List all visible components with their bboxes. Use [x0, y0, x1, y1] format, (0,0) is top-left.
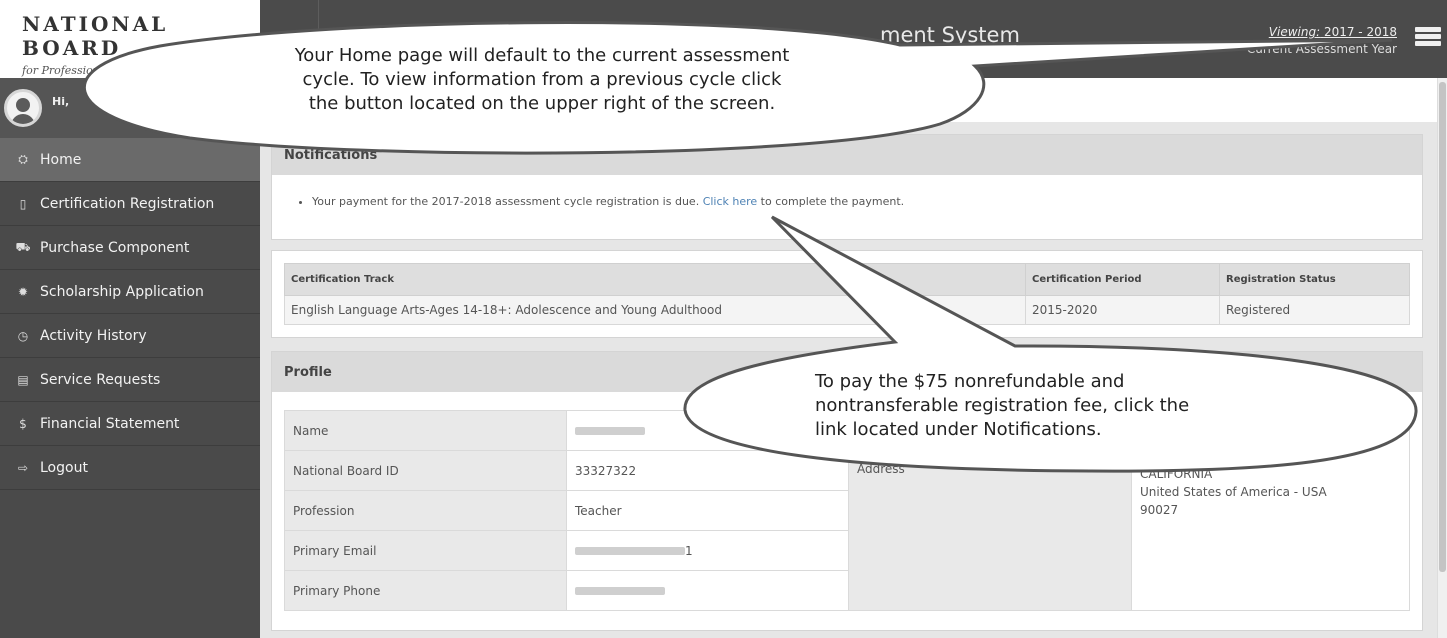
viewing-subtitle: Current Assessment Year — [1246, 42, 1397, 56]
viewing-label: Viewing: — [1268, 25, 1321, 39]
app-title: ment System — [880, 23, 1020, 47]
sidebar-item-activity-history[interactable]: ◷ Activity History — [0, 314, 260, 358]
sidebar-item-financial-statement[interactable]: $ Financial Statement — [0, 402, 260, 446]
sidebar-item-home[interactable]: ⛭ Home — [0, 138, 260, 182]
complete-payment-link[interactable]: Click here — [703, 195, 758, 208]
sidebar-item-service-requests[interactable]: ▤ Service Requests — [0, 358, 260, 402]
sidebar-item-certification-registration[interactable]: ▯ Certification Registration — [0, 182, 260, 226]
callout-bottom-line: nontransferable registration fee, click … — [815, 395, 1190, 416]
sidebar-item-label: Scholarship Application — [40, 283, 204, 300]
name-label: Name — [284, 410, 567, 451]
certification-track: English Language Arts-Ages 14-18+: Adole… — [284, 295, 1026, 325]
menu-bar-icon — [1415, 27, 1441, 32]
sidebar-item-label: Home — [40, 151, 82, 168]
page-scrollbar[interactable] — [1437, 78, 1447, 638]
column-header-track: Certification Track — [284, 263, 1026, 296]
address-state: CALIFORNIA — [1140, 467, 1213, 481]
redacted-name — [575, 426, 645, 435]
sidebar-item-purchase-component[interactable]: ⛟ Purchase Component — [0, 226, 260, 270]
email-visible-char: 1 — [685, 543, 693, 558]
sign-out-icon: ⇨ — [17, 460, 29, 475]
notification-item: Your payment for the 2017-2018 assessmen… — [312, 195, 1422, 208]
callout-top-text: Your Home page will default to the curre… — [232, 44, 852, 116]
callout-bottom-text: To pay the $75 nonrefundable and nontran… — [815, 370, 1315, 442]
viewing-year-line: Viewing: 2017 - 2018 — [1247, 25, 1397, 39]
callout-top-line: Your Home page will default to the curre… — [294, 45, 790, 66]
column-header-status: Registration Status — [1219, 263, 1410, 296]
registration-status: Registered — [1219, 295, 1410, 325]
viewing-cycle: Viewing: 2017 - 2018 Current Assessment … — [1247, 25, 1397, 56]
main-content: Notifications Your payment for the 2017-… — [260, 78, 1437, 638]
primary-email-label: Primary Email — [284, 530, 567, 571]
dashboard-icon: ⛭ — [18, 152, 28, 166]
callout-top-line: cycle. To view information from a previo… — [302, 69, 782, 90]
redacted-email — [575, 546, 685, 555]
certification-period: 2015-2020 — [1025, 295, 1220, 325]
redacted-phone — [575, 586, 665, 595]
certificate-icon: ✹ — [17, 284, 29, 299]
sidebar: Hi, ⛭ Home ▯ Certification Registration … — [0, 78, 260, 638]
callout-bottom-line: link located under Notifications. — [815, 419, 1102, 440]
logo-title: NATIONAL BOARD — [22, 12, 169, 60]
sidebar-item-label: Financial Statement — [40, 415, 180, 432]
address-label-line: Mailing — [857, 446, 900, 460]
avatar — [4, 89, 42, 127]
viewing-year: 2017 - 2018 — [1323, 25, 1397, 39]
table-row: English Language Arts-Ages 14-18+: Adole… — [284, 295, 1410, 325]
profession-value: Teacher — [566, 490, 849, 531]
address-label-line: Address — [857, 462, 905, 476]
column-header-period: Certification Period — [1025, 263, 1220, 296]
clock-icon: ◷ — [17, 328, 29, 343]
callout-top-line: the button located on the upper right of… — [308, 93, 776, 114]
sidebar-item-scholarship-application[interactable]: ✹ Scholarship Application — [0, 270, 260, 314]
callout-bottom-line: To pay the $75 nonrefundable and — [815, 371, 1125, 392]
logo[interactable]: NATIONAL BOARD for Professional — [0, 0, 260, 78]
notifications-list: Your payment for the 2017-2018 assessmen… — [272, 175, 1422, 208]
notification-text: Your payment for the 2017-2018 assessmen… — [312, 195, 703, 208]
primary-email-value: 1 — [566, 530, 849, 571]
cart-icon: ⛟ — [15, 239, 31, 254]
address-city: Los Angeles — [1140, 449, 1212, 463]
logo-subtitle: for Professional — [22, 64, 110, 77]
address-zip: 90027 — [1140, 503, 1179, 517]
primary-phone-label: Primary Phone — [284, 570, 567, 611]
file-text-icon: ▤ — [17, 372, 29, 387]
notification-text-end: to complete the payment. — [757, 195, 905, 208]
dollar-icon: $ — [19, 416, 27, 431]
greeting: Hi, — [52, 94, 70, 108]
scrollbar-thumb[interactable] — [1439, 82, 1446, 572]
certification-table: Certification Track Certification Period… — [284, 263, 1410, 325]
primary-phone-value — [566, 570, 849, 611]
table-header-row: Certification Track Certification Period… — [284, 263, 1410, 296]
menu-bar-icon — [1415, 34, 1441, 39]
name-value — [566, 410, 849, 451]
sidebar-item-label: Service Requests — [40, 371, 161, 388]
notifications-panel: Notifications Your payment for the 2017-… — [271, 134, 1423, 240]
certification-panel: Certification Track Certification Period… — [271, 250, 1423, 338]
document-icon: ▯ — [19, 196, 27, 211]
sidebar-item-label: Activity History — [40, 327, 147, 344]
menu-bar-icon — [1415, 41, 1441, 46]
sidebar-item-label: Certification Registration — [40, 195, 215, 212]
sidebar-item-logout[interactable]: ⇨ Logout — [0, 446, 260, 490]
national-board-id-value: 33327322 — [566, 450, 849, 491]
profession-label: Profession — [284, 490, 567, 531]
address-country: United States of America - USA — [1140, 485, 1327, 499]
cycle-menu-button[interactable] — [1415, 27, 1441, 51]
notifications-title: Notifications — [272, 135, 1422, 175]
national-board-id-label: National Board ID — [284, 450, 567, 491]
sidebar-item-label: Logout — [40, 459, 88, 476]
user-row: Hi, — [0, 78, 260, 138]
sidebar-item-label: Purchase Component — [40, 239, 190, 256]
